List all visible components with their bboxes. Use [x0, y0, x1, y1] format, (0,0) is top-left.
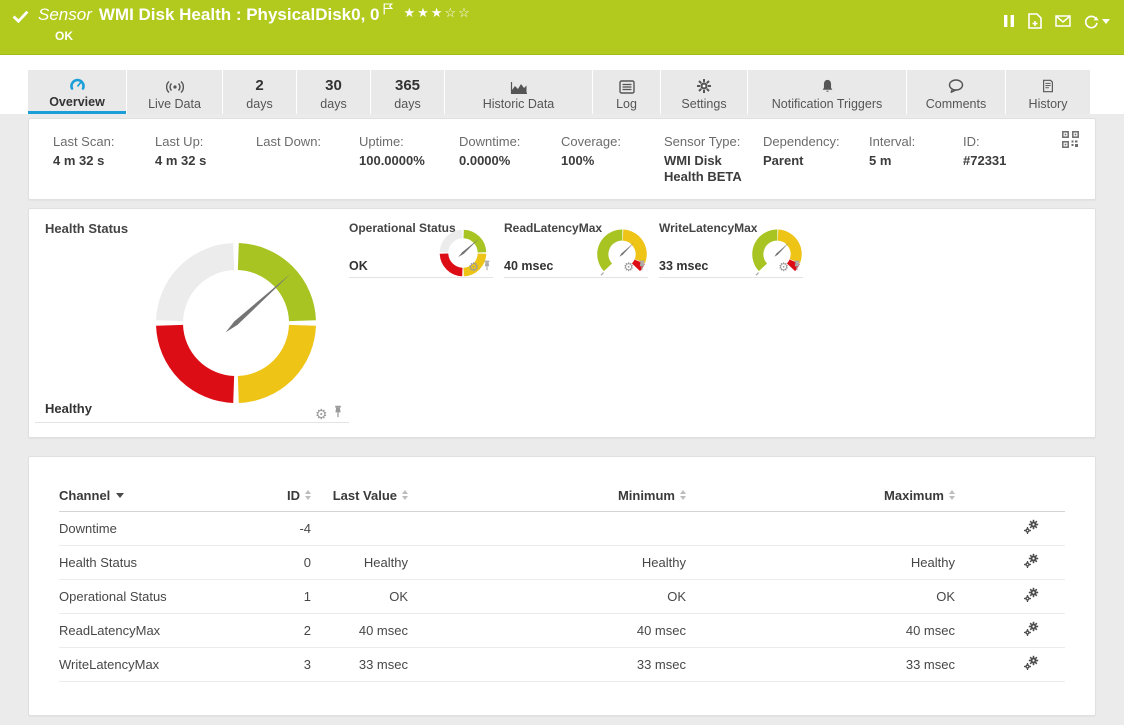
add-report-icon[interactable]: [1028, 13, 1042, 29]
tab-2-days[interactable]: 2 days: [223, 70, 296, 114]
status-badge: OK: [55, 29, 472, 43]
status-ok-check-icon: [12, 10, 29, 23]
tab-overview[interactable]: Overview: [28, 70, 126, 114]
comment-icon: [947, 76, 965, 94]
info-interval: Interval:5 m: [869, 134, 963, 199]
channel-name[interactable]: WriteLatencyMax: [59, 657, 159, 672]
refresh-icon[interactable]: [1084, 14, 1110, 29]
divider: [504, 277, 648, 278]
column-header-channel[interactable]: Channel: [59, 488, 251, 503]
gauge-block-read-latency: ReadLatencyMax 40 msec ⚙: [504, 217, 648, 278]
health-status-gauge: [152, 239, 320, 407]
divider: [35, 422, 349, 423]
email-icon[interactable]: [1055, 15, 1071, 27]
object-kind-label: Sensor: [38, 5, 92, 25]
gear-icon[interactable]: ⚙: [468, 261, 479, 273]
info-coverage: Coverage:100%: [561, 134, 664, 199]
area-chart-icon: [510, 76, 528, 94]
pin-icon[interactable]: [638, 258, 646, 276]
column-header-id[interactable]: ID: [251, 488, 311, 503]
sensor-page: Sensor WMI Disk Health : PhysicalDisk0, …: [0, 0, 1124, 725]
info-last-up: Last Up:4 m 32 s: [155, 134, 256, 199]
pin-icon[interactable]: [333, 405, 343, 423]
column-header-minimum[interactable]: Minimum: [408, 488, 686, 503]
sensor-info-panel: Last Scan:4 m 32 s Last Up:4 m 32 s Last…: [28, 118, 1096, 200]
gear-icon: [696, 76, 712, 94]
bell-icon: [820, 76, 835, 94]
gear-icon[interactable]: ⚙: [778, 261, 789, 273]
tab-log[interactable]: Log: [593, 70, 660, 114]
gear-icon[interactable]: ⚙: [623, 261, 634, 273]
pin-icon[interactable]: [793, 258, 801, 276]
main-gauge-value: Healthy: [45, 401, 92, 416]
table-row: ReadLatencyMax 2 40 msec 40 msec 40 msec: [59, 614, 1065, 648]
info-downtime: Downtime:0.0000%: [459, 134, 561, 199]
info-last-down: Last Down:: [256, 134, 359, 199]
table-row: Operational Status 1 OK OK OK: [59, 580, 1065, 614]
history-icon: [1041, 76, 1055, 94]
tab-comments[interactable]: Comments: [907, 70, 1005, 114]
info-dependency: Dependency:Parent: [763, 134, 869, 199]
tab-notification-triggers[interactable]: Notification Triggers: [748, 70, 906, 114]
header-actions: [1003, 13, 1110, 29]
gauge-block-operational-status: Operational Status OK ⚙: [349, 217, 493, 278]
channel-settings-icon[interactable]: [1023, 655, 1039, 674]
gauges-panel: Health Status Healthy ⚙ Operational Stat…: [28, 208, 1096, 438]
table-row: Health Status 0 Healthy Healthy Healthy: [59, 546, 1065, 580]
table-header-row: Channel ID Last Value Minimum Maximum: [59, 479, 1065, 512]
channel-name[interactable]: Operational Status: [59, 589, 167, 604]
column-header-last-value[interactable]: Last Value: [311, 488, 408, 503]
sensor-titles: Sensor WMI Disk Health : PhysicalDisk0, …: [38, 5, 472, 43]
column-header-maximum[interactable]: Maximum: [686, 488, 955, 503]
broadcast-icon: [166, 76, 184, 94]
info-uptime: Uptime:100.0000%: [359, 134, 459, 199]
main-gauge-tools: ⚙: [315, 405, 343, 423]
tab-365-days[interactable]: 365 days: [371, 70, 444, 114]
tab-settings[interactable]: Settings: [661, 70, 747, 114]
divider: [349, 277, 493, 278]
page-title: WMI Disk Health : PhysicalDisk0, 0: [99, 5, 380, 25]
log-icon: [619, 76, 635, 94]
status-header: Sensor WMI Disk Health : PhysicalDisk0, …: [0, 0, 1124, 55]
sort-desc-icon: [116, 493, 124, 498]
gauge-icon: [69, 74, 86, 92]
flag-icon[interactable]: [383, 2, 393, 20]
main-gauge-title: Health Status: [45, 221, 128, 236]
info-id: ID:#72331: [963, 134, 1063, 199]
sort-icon: [949, 490, 955, 500]
tab-history[interactable]: History: [1006, 70, 1090, 114]
gauge-block-write-latency: WriteLatencyMax 33 msec ⚙: [659, 217, 803, 278]
channel-table-panel: Channel ID Last Value Minimum Maximum Do…: [28, 456, 1096, 716]
channel-settings-icon[interactable]: [1023, 519, 1039, 538]
channel-name[interactable]: Health Status: [59, 555, 137, 570]
gear-icon[interactable]: ⚙: [315, 407, 328, 421]
table-row: Downtime -4: [59, 512, 1065, 546]
priority-stars[interactable]: ★★★☆☆: [403, 5, 471, 21]
caret-down-icon: [1102, 19, 1110, 24]
tab-30-days[interactable]: 30 days: [297, 70, 370, 114]
channel-name[interactable]: ReadLatencyMax: [59, 623, 160, 638]
pause-icon[interactable]: [1003, 14, 1015, 28]
qr-code-icon[interactable]: [1062, 131, 1079, 153]
tab-live-data[interactable]: Live Data: [127, 70, 222, 114]
info-sensor-type: Sensor Type:WMI Disk Health BETA: [664, 134, 763, 199]
tab-bar: Overview Live Data 2 days 30 days 365 da…: [28, 70, 1090, 114]
table-row: WriteLatencyMax 3 33 msec 33 msec 33 mse…: [59, 648, 1065, 682]
divider: [659, 277, 803, 278]
pin-icon[interactable]: [483, 258, 491, 276]
channel-settings-icon[interactable]: [1023, 587, 1039, 606]
tab-historic-data[interactable]: Historic Data: [445, 70, 592, 114]
channel-name[interactable]: Downtime: [59, 521, 117, 536]
channel-settings-icon[interactable]: [1023, 553, 1039, 572]
info-last-scan: Last Scan:4 m 32 s: [53, 134, 155, 199]
channel-settings-icon[interactable]: [1023, 621, 1039, 640]
